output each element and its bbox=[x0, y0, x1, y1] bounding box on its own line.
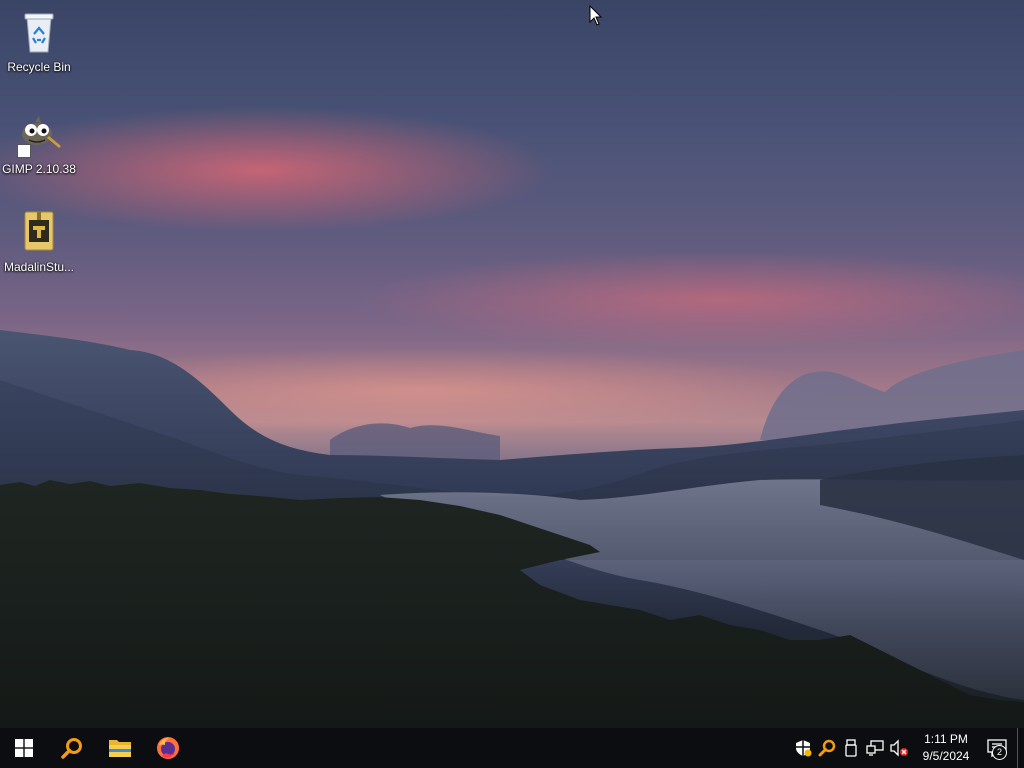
shortcut-arrow-icon bbox=[17, 144, 31, 158]
security-shield-icon bbox=[796, 740, 812, 757]
taskbar-file-explorer[interactable] bbox=[96, 728, 144, 768]
tray-security[interactable] bbox=[791, 728, 815, 768]
volume-muted-icon bbox=[890, 739, 908, 757]
taskbar-firefox[interactable] bbox=[144, 728, 192, 768]
system-tray: 1:11 PM 9/5/2024 2 bbox=[791, 728, 1024, 768]
search-indexer-icon bbox=[818, 739, 836, 757]
wallpaper-landscape bbox=[0, 330, 1024, 728]
usb-device-icon bbox=[845, 739, 857, 757]
desktop-icon-label: Recycle Bin bbox=[7, 60, 71, 74]
desktop-icon-gimp[interactable]: GIMP 2.10.38 bbox=[1, 110, 77, 176]
windows-logo-icon bbox=[15, 739, 33, 757]
gimp-icon bbox=[15, 110, 63, 158]
firefox-icon bbox=[157, 737, 179, 759]
desktop-background[interactable]: Recycle Bin GIMP 2.10.38 MadalinStu... bbox=[0, 0, 1024, 728]
clock-time: 1:11 PM bbox=[924, 732, 968, 746]
desktop-icon-recycle-bin[interactable]: Recycle Bin bbox=[1, 8, 77, 74]
desktop-icon-madalinstu[interactable]: MadalinStu... bbox=[1, 208, 77, 274]
tray-search-indexer[interactable] bbox=[815, 728, 839, 768]
network-icon bbox=[866, 740, 884, 756]
game-archive-icon bbox=[15, 208, 63, 256]
recycle-bin-icon bbox=[15, 8, 63, 56]
search-icon bbox=[61, 738, 82, 759]
taskbar-clock[interactable]: 1:11 PM 9/5/2024 bbox=[915, 728, 977, 768]
tray-volume[interactable] bbox=[887, 728, 911, 768]
search-button[interactable] bbox=[48, 728, 96, 768]
mouse-cursor-icon bbox=[589, 5, 603, 26]
tray-usb-device[interactable] bbox=[839, 728, 863, 768]
start-button[interactable] bbox=[0, 728, 48, 768]
show-desktop-button[interactable] bbox=[1017, 728, 1024, 768]
taskbar: 1:11 PM 9/5/2024 2 bbox=[0, 728, 1024, 768]
desktop-icon-label: MadalinStu... bbox=[3, 260, 75, 274]
action-center-button[interactable]: 2 bbox=[977, 728, 1017, 768]
tray-network[interactable] bbox=[863, 728, 887, 768]
desktop-icon-label: GIMP 2.10.38 bbox=[2, 162, 76, 176]
clock-date: 9/5/2024 bbox=[922, 749, 970, 763]
file-explorer-icon bbox=[109, 740, 131, 757]
notification-count-badge: 2 bbox=[992, 745, 1007, 760]
